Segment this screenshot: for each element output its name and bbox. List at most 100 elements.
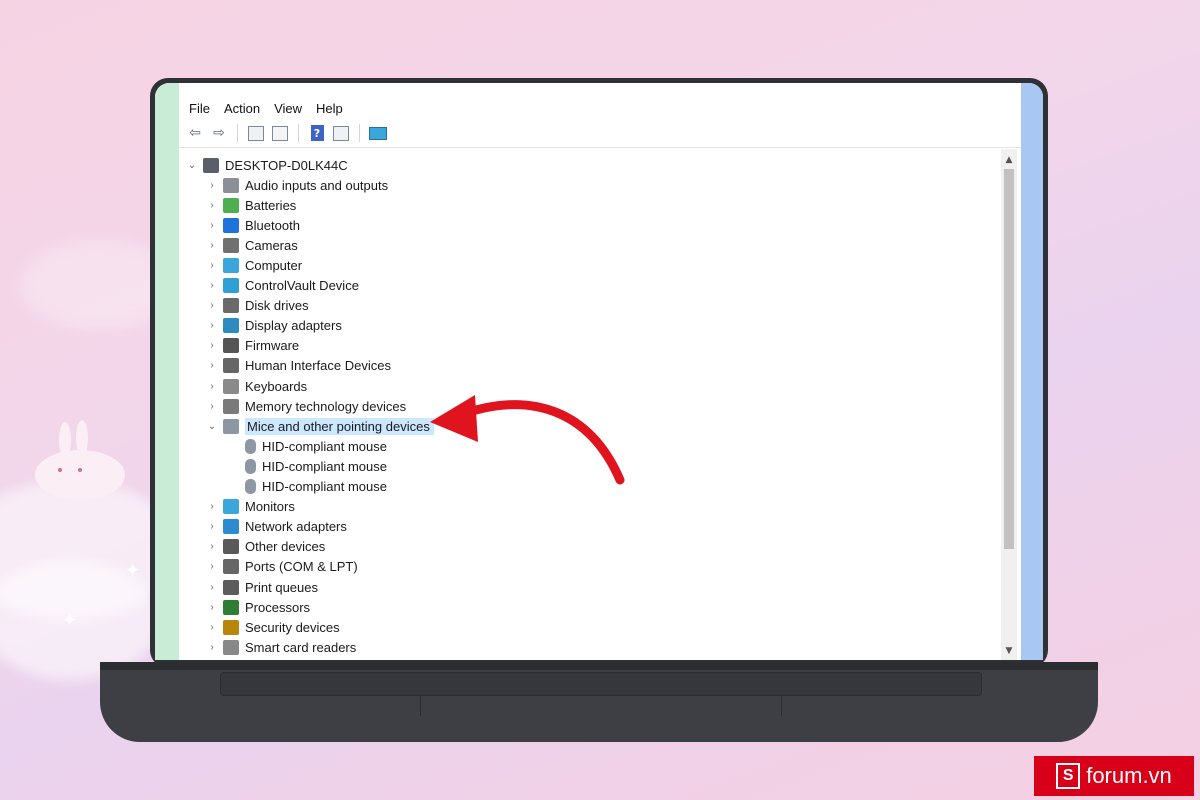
tree-item-label: Bluetooth [245, 217, 300, 233]
chevron-right-icon[interactable]: › [205, 220, 219, 231]
firmware-icon [223, 338, 239, 354]
monitor-icon [223, 499, 239, 515]
chevron-right-icon[interactable]: › [205, 200, 219, 211]
tree-child-item[interactable]: HID-compliant mouse [245, 456, 387, 476]
tree-item[interactable]: › Other devices [205, 537, 325, 557]
battery-icon [223, 197, 239, 213]
chevron-right-icon[interactable]: › [205, 582, 219, 593]
tree-item[interactable]: › Monitors [205, 497, 295, 517]
vertical-scrollbar[interactable]: ▲ ▼ [1001, 149, 1017, 660]
tree-item-label: Mice and other pointing devices [245, 417, 434, 435]
tree-item-label: Audio inputs and outputs [245, 177, 389, 193]
tree-item[interactable]: › Display adapters [205, 316, 342, 336]
tree-child-label: HID-compliant mouse [262, 479, 387, 494]
tree-item-label: Monitors [245, 499, 295, 515]
tree-item[interactable]: › Disk drives [205, 296, 309, 316]
tree-item[interactable]: › Computer [205, 255, 302, 275]
toolbar-separator [237, 124, 238, 142]
chevron-right-icon[interactable]: › [205, 602, 219, 613]
tree-item-label: Keyboards [245, 378, 308, 394]
bluetooth-icon [223, 217, 239, 233]
mouse-icon [245, 438, 256, 454]
computer-icon [223, 257, 239, 273]
chevron-down-icon[interactable]: ⌄ [205, 421, 219, 432]
tree-item[interactable]: › Processors [205, 597, 310, 617]
tree-item-label: Cameras [245, 237, 298, 253]
security-icon [223, 619, 239, 635]
tree-item[interactable]: › Audio inputs and outputs [205, 175, 388, 195]
tree-child-label: HID-compliant mouse [262, 458, 387, 474]
scroll-up-icon[interactable]: ▲ [1001, 153, 1017, 167]
tree-item-label: Network adapters [245, 519, 347, 535]
smart-card-icon [223, 639, 239, 655]
chevron-right-icon[interactable]: › [205, 501, 219, 512]
properties-icon[interactable] [246, 123, 266, 143]
menu-file[interactable]: File [189, 101, 218, 119]
disk-icon [223, 298, 239, 314]
chevron-right-icon[interactable]: › [205, 401, 219, 412]
chevron-right-icon[interactable]: › [205, 320, 219, 331]
speaker-icon [223, 177, 239, 193]
chevron-right-icon[interactable]: › [205, 180, 219, 191]
laptop-base [100, 662, 1098, 742]
chevron-right-icon[interactable]: › [205, 280, 219, 291]
menu-action[interactable]: Action [224, 101, 268, 119]
tree-child-item[interactable]: HID-compliant mouse [245, 436, 387, 456]
tree-item[interactable]: › Firmware [205, 336, 299, 356]
tree-item[interactable]: › Keyboards [205, 376, 307, 396]
document-icon[interactable] [270, 123, 290, 143]
details-pane-icon[interactable] [331, 123, 351, 143]
chevron-right-icon[interactable]: › [205, 521, 219, 532]
bunny-illustration [35, 420, 125, 500]
tree-item[interactable]: ⌄ Mice and other pointing devices [205, 416, 434, 436]
tree-root[interactable]: ⌄ DESKTOP-D0LK44C [185, 155, 348, 175]
monitor-icon[interactable] [368, 123, 388, 143]
tree-item[interactable]: › Network adapters [205, 517, 347, 537]
tree-item-label: Ports (COM & LPT) [245, 559, 358, 575]
chevron-right-icon[interactable]: › [205, 622, 219, 633]
chevron-right-icon[interactable]: › [205, 381, 219, 392]
chevron-right-icon[interactable]: › [205, 642, 219, 653]
chevron-right-icon[interactable]: › [205, 340, 219, 351]
tree-child-item[interactable]: HID-compliant mouse [245, 477, 387, 497]
tree-item[interactable]: › Print queues [205, 577, 318, 597]
chevron-right-icon[interactable]: › [205, 240, 219, 251]
help-icon[interactable]: ? [307, 123, 327, 143]
tree-item[interactable]: › Security devices [205, 617, 340, 637]
keyboard-icon [223, 378, 239, 394]
keyboard-area [220, 672, 982, 696]
tree-item[interactable]: › Memory technology devices [205, 396, 406, 416]
tree-item[interactable]: › ControlVault Device [205, 276, 359, 296]
chevron-right-icon[interactable]: › [205, 260, 219, 271]
chevron-right-icon[interactable]: › [205, 541, 219, 552]
tree-item[interactable]: › Bluetooth [205, 215, 300, 235]
toolbar: ⇦ ⇨ ? [179, 119, 1021, 148]
forward-arrow-icon[interactable]: ⇨ [209, 123, 229, 143]
tree-item-label: Other devices [245, 539, 326, 555]
scroll-down-icon[interactable]: ▼ [1001, 644, 1017, 658]
toolbar-separator [359, 124, 360, 142]
menu-bar: File Action View Help [179, 83, 1021, 119]
tree-item[interactable]: › Smart card readers [205, 637, 356, 657]
forum-logo: S forum.vn [1034, 756, 1194, 796]
network-icon [223, 519, 239, 535]
port-icon [223, 559, 239, 575]
tree-item-label: ControlVault Device [245, 278, 359, 293]
memory-icon [223, 398, 239, 414]
tree-item[interactable]: › Ports (COM & LPT) [205, 557, 358, 577]
menu-view[interactable]: View [274, 101, 310, 119]
sparkle-icon: ✦ [62, 610, 78, 631]
other-device-icon [223, 539, 239, 555]
tree-item-label: Print queues [245, 579, 318, 595]
chevron-right-icon[interactable]: › [205, 300, 219, 311]
menu-help[interactable]: Help [316, 101, 351, 119]
mouse-icon [245, 479, 256, 494]
chevron-right-icon[interactable]: › [205, 360, 219, 371]
tree-item[interactable]: › Batteries [205, 195, 296, 215]
chevron-down-icon[interactable]: ⌄ [185, 160, 199, 171]
chevron-right-icon[interactable]: › [205, 561, 219, 572]
scroll-thumb[interactable] [1004, 169, 1014, 549]
back-arrow-icon[interactable]: ⇦ [185, 123, 205, 143]
tree-item[interactable]: › Cameras [205, 235, 298, 255]
tree-item[interactable]: › Human Interface Devices [205, 356, 391, 376]
